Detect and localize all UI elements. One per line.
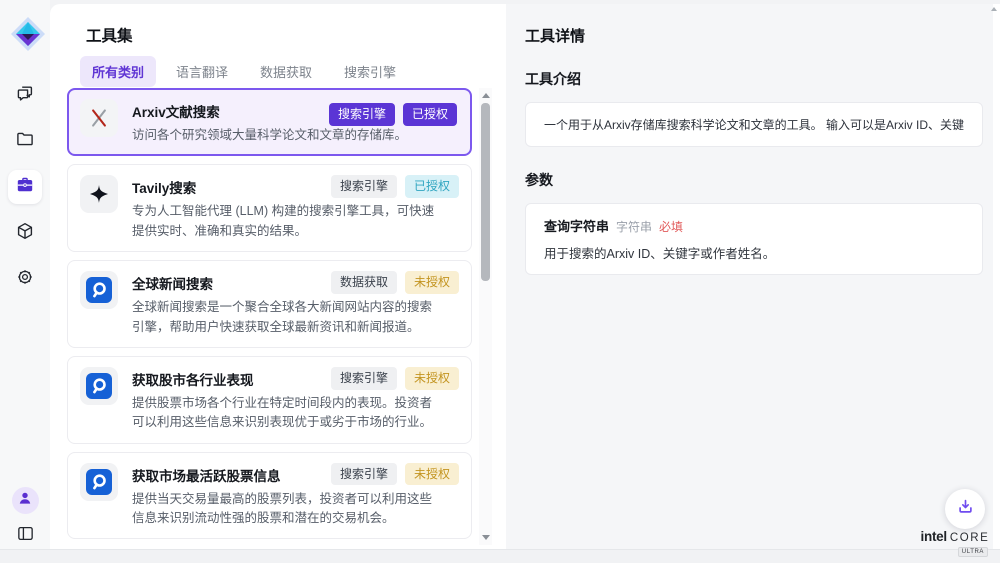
page-title: 工具集 bbox=[86, 24, 133, 46]
cube-icon bbox=[15, 221, 35, 246]
tab-3[interactable]: 搜索引擎 bbox=[332, 56, 408, 87]
params-heading: 参数 bbox=[525, 170, 977, 190]
juhe-logo-icon bbox=[80, 463, 118, 501]
tool-description: 访问各个研究领域大量科学论文和文章的存储库。 bbox=[132, 126, 438, 145]
arxiv-logo-icon bbox=[80, 99, 118, 137]
page-scrollbar-up-icon[interactable] bbox=[991, 7, 997, 11]
app-logo bbox=[8, 14, 48, 54]
category-badge: 搜索引擎 bbox=[331, 367, 397, 390]
auth-status-badge: 已授权 bbox=[403, 103, 457, 126]
auth-status-badge: 未授权 bbox=[405, 463, 459, 486]
tool-card[interactable]: 全球新闻搜索全球新闻搜索是一个聚合全球各大新闻网站内容的搜索引擎，帮助用户快速获… bbox=[67, 260, 472, 348]
intro-heading: 工具介绍 bbox=[525, 69, 977, 89]
intel-core-ultra-logo: intel CORE ULTRA bbox=[918, 528, 992, 557]
tool-card[interactable]: 获取股市各行业表现提供股票市场各个行业在特定时间段内的表现。投资者可以利用这些信… bbox=[67, 356, 472, 444]
tool-description: 全球新闻搜索是一个聚合全球各大新闻网站内容的搜索引擎，帮助用户快速获取全球最新资… bbox=[132, 298, 438, 337]
auth-status-badge: 未授权 bbox=[405, 367, 459, 390]
parameter-description: 用于搜索的Arxiv ID、关键字或作者姓名。 bbox=[544, 243, 964, 262]
category-badge: 搜索引擎 bbox=[331, 175, 397, 198]
user-avatar[interactable] bbox=[12, 487, 39, 514]
list-scrollbar[interactable] bbox=[479, 88, 492, 545]
tool-description: 提供当天交易量最高的股票列表，投资者可以利用这些信息来识别流动性强的股票和潜在的… bbox=[132, 490, 438, 529]
tool-description: 提供股票市场各个行业在特定时间段内的表现。投资者可以利用这些信息来识别表现优于或… bbox=[132, 394, 438, 433]
details-title: 工具详情 bbox=[525, 25, 977, 46]
sidebar-item-cube[interactable] bbox=[8, 216, 42, 250]
toolbox-icon bbox=[15, 175, 35, 200]
tab-1[interactable]: 语言翻译 bbox=[164, 56, 240, 87]
ultra-badge: ULTRA bbox=[958, 547, 988, 557]
chat-icon bbox=[15, 83, 35, 108]
download-button[interactable] bbox=[945, 489, 985, 529]
tool-details-panel: 工具详情 工具介绍 一个用于从Arxiv存储库搜索科学论文和文章的工具。 输入可… bbox=[506, 4, 993, 549]
juhe-logo-icon bbox=[80, 271, 118, 309]
auth-status-badge: 未授权 bbox=[405, 271, 459, 294]
category-badge: 搜索引擎 bbox=[329, 103, 395, 126]
tab-0[interactable]: 所有类别 bbox=[80, 56, 156, 87]
tavily-logo-icon bbox=[80, 175, 118, 213]
settings-icon bbox=[15, 267, 35, 292]
folder-icon bbox=[15, 129, 35, 154]
intel-wordmark: intel bbox=[921, 530, 947, 545]
parameter-name: 查询字符串 bbox=[544, 216, 609, 235]
download-icon bbox=[956, 497, 975, 521]
sidebar-collapse-button[interactable] bbox=[12, 523, 38, 549]
tool-card[interactable]: Tavily搜索专为人工智能代理 (LLM) 构建的搜索引擎工具，可快速提供实时… bbox=[67, 164, 472, 252]
tool-list: Arxiv文献搜索访问各个研究领域大量科学论文和文章的存储库。搜索引擎已授权 Ta… bbox=[67, 88, 472, 545]
sidebar-item-settings[interactable] bbox=[8, 262, 42, 296]
tab-2[interactable]: 数据获取 bbox=[248, 56, 324, 87]
parameter-required-flag: 必填 bbox=[659, 218, 683, 235]
scrollbar-down-icon[interactable] bbox=[482, 535, 490, 540]
sidebar-item-toolbox[interactable] bbox=[8, 170, 42, 204]
category-badge: 搜索引擎 bbox=[331, 463, 397, 486]
auth-status-badge: 已授权 bbox=[405, 175, 459, 198]
juhe-logo-icon bbox=[80, 367, 118, 405]
tool-card[interactable]: Arxiv文献搜索访问各个研究领域大量科学论文和文章的存储库。搜索引擎已授权 bbox=[67, 88, 472, 156]
scrollbar-up-icon[interactable] bbox=[482, 93, 490, 98]
sidebar-item-chat[interactable] bbox=[8, 78, 42, 112]
tool-description: 专为人工智能代理 (LLM) 构建的搜索引擎工具，可快速提供实时、准确和真实的结… bbox=[132, 202, 438, 241]
layout-toggle-icon bbox=[16, 524, 35, 548]
tool-card[interactable]: 获取市场最活跃股票信息提供当天交易量最高的股票列表，投资者可以利用这些信息来识别… bbox=[67, 452, 472, 540]
sidebar bbox=[0, 0, 50, 563]
intro-text: 一个用于从Arxiv存储库搜索科学论文和文章的工具。 输入可以是Arxiv ID… bbox=[544, 116, 964, 133]
bottom-strip bbox=[0, 549, 1000, 563]
user-avatar-icon bbox=[17, 490, 33, 511]
category-badge: 数据获取 bbox=[331, 271, 397, 294]
intro-box: 一个用于从Arxiv存储库搜索科学论文和文章的工具。 输入可以是Arxiv ID… bbox=[525, 102, 983, 147]
category-tabs: 所有类别语言翻译数据获取搜索引擎 bbox=[80, 56, 408, 87]
core-wordmark: CORE bbox=[950, 532, 990, 545]
sidebar-item-folder[interactable] bbox=[8, 124, 42, 158]
parameter-type: 字符串 bbox=[616, 218, 652, 235]
scrollbar-thumb[interactable] bbox=[481, 103, 490, 281]
parameter-box: 查询字符串 字符串 必填 用于搜索的Arxiv ID、关键字或作者姓名。 bbox=[525, 203, 983, 275]
